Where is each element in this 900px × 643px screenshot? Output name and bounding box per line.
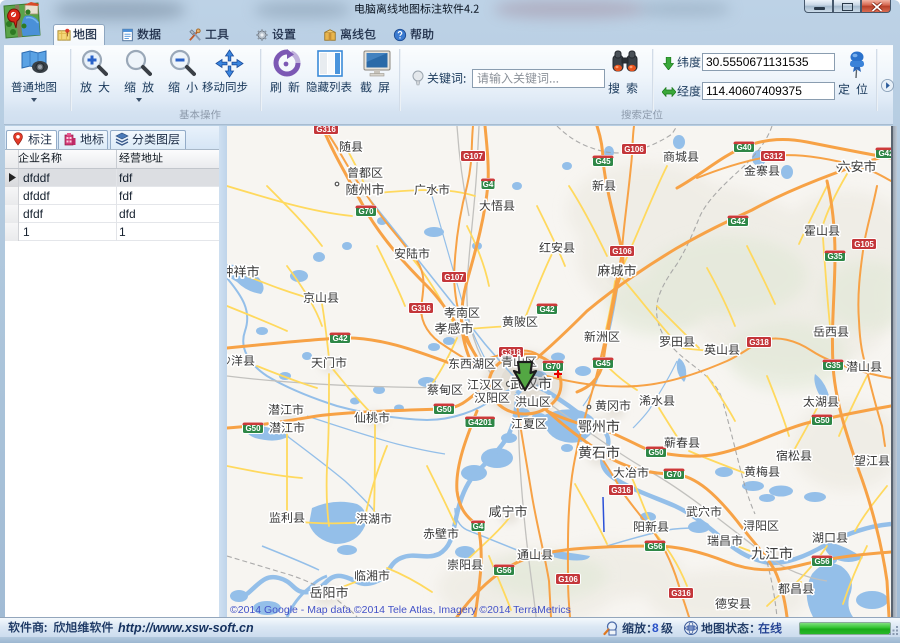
svg-text:G312: G312 <box>763 152 783 161</box>
svg-text:G70: G70 <box>666 470 682 479</box>
svg-text:G107: G107 <box>444 273 464 282</box>
svg-text:G316: G316 <box>411 304 431 313</box>
svg-text:G35: G35 <box>827 252 843 261</box>
svg-text:G45: G45 <box>595 157 611 166</box>
svg-text:G40: G40 <box>736 143 752 152</box>
svg-text:G56: G56 <box>647 542 663 551</box>
svg-text:G50: G50 <box>436 405 452 414</box>
svg-text:G107: G107 <box>463 152 483 161</box>
svg-text:G56: G56 <box>814 557 830 566</box>
svg-text:G42: G42 <box>539 305 555 314</box>
svg-text:G42: G42 <box>878 149 891 158</box>
svg-text:G70: G70 <box>545 362 561 371</box>
svg-text:G316: G316 <box>316 126 336 134</box>
svg-text:G70: G70 <box>358 207 374 216</box>
svg-text:G106: G106 <box>624 145 644 154</box>
svg-text:G42: G42 <box>730 217 746 226</box>
svg-text:G42: G42 <box>332 334 348 343</box>
svg-text:G50: G50 <box>814 416 830 425</box>
svg-text:G4: G4 <box>483 180 494 189</box>
svg-text:G56: G56 <box>496 566 512 575</box>
svg-text:G4: G4 <box>473 522 484 531</box>
svg-text:G316: G316 <box>671 589 691 598</box>
svg-text:G45: G45 <box>595 359 611 368</box>
svg-text:G106: G106 <box>558 575 578 584</box>
svg-text:G35: G35 <box>825 361 841 370</box>
svg-text:G50: G50 <box>245 424 261 433</box>
svg-text:G316: G316 <box>611 486 631 495</box>
svg-text:G318: G318 <box>749 338 769 347</box>
svg-text:G106: G106 <box>612 247 632 256</box>
svg-text:G4201: G4201 <box>468 418 493 427</box>
svg-text:G105: G105 <box>854 240 874 249</box>
svg-text:G50: G50 <box>648 448 664 457</box>
